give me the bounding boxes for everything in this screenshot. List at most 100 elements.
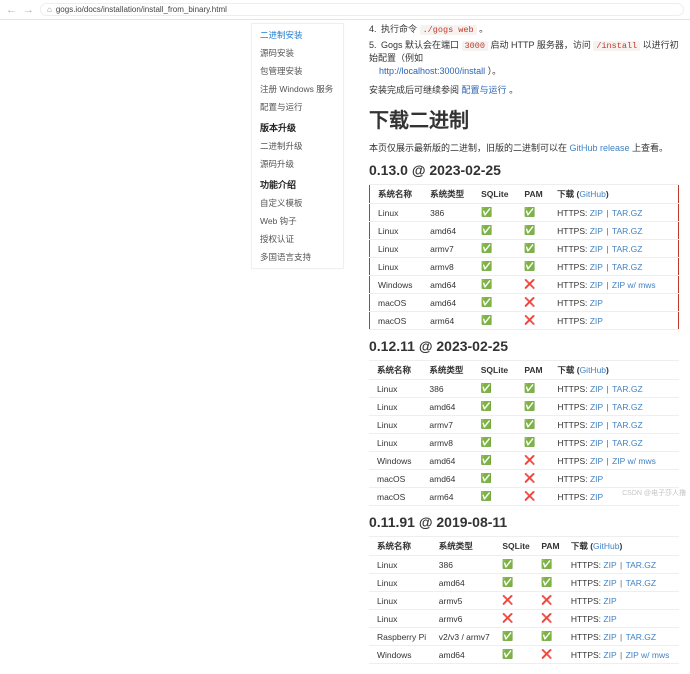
- arch-cell: 386: [434, 556, 498, 574]
- cross-icon: ❌: [524, 315, 535, 326]
- download-link-targz[interactable]: TAR.GZ: [612, 244, 643, 254]
- sidebar-item[interactable]: Web 钩子: [252, 212, 343, 230]
- sqlite-cell: ✅: [476, 204, 519, 222]
- download-link-zip[interactable]: ZIP: [603, 578, 616, 588]
- install-url-link[interactable]: http://localhost:3000/install: [379, 66, 485, 76]
- download-link-zip[interactable]: ZIP: [590, 226, 603, 236]
- pam-cell: ❌: [519, 452, 552, 470]
- arch-cell: armv7: [424, 416, 475, 434]
- sidebar-item[interactable]: 二进制升级: [252, 137, 343, 155]
- os-cell: Windows: [369, 452, 424, 470]
- arch-cell: armv6: [434, 610, 498, 628]
- download-link-targz[interactable]: TAR.GZ: [612, 208, 643, 218]
- cross-icon: ❌: [541, 613, 552, 624]
- url-bar[interactable]: ⌂ gogs.io/docs/installation/install_from…: [40, 3, 684, 16]
- pam-cell: ❌: [519, 294, 552, 312]
- pam-cell: ❌: [519, 470, 552, 488]
- download-link-targz[interactable]: TAR.GZ: [612, 384, 643, 394]
- sidebar-item[interactable]: 多国语言支持: [252, 248, 343, 266]
- pam-cell: ❌: [536, 646, 565, 664]
- download-link-zip[interactable]: ZIP: [590, 438, 603, 448]
- pam-cell: ❌: [536, 592, 565, 610]
- sidebar-item[interactable]: 源码升级: [252, 155, 343, 173]
- sidebar-item[interactable]: 二进制安装: [252, 26, 343, 44]
- download-link-zip[interactable]: ZIP: [590, 208, 603, 218]
- release-table: 系统名称系统类型SQLitePAM下载 (GitHub)Linux386✅✅HT…: [369, 536, 679, 664]
- download-link-zip[interactable]: ZIP: [603, 560, 616, 570]
- sqlite-cell: ✅: [476, 452, 520, 470]
- sqlite-cell: ✅: [476, 488, 520, 506]
- cross-icon: ❌: [541, 649, 552, 660]
- code-path: /install: [593, 41, 640, 51]
- download-link-targz[interactable]: TAR.GZ: [612, 262, 643, 272]
- col-dl: 下载 (GitHub): [566, 537, 679, 556]
- col-arch: 系统类型: [434, 537, 498, 556]
- download-cell: HTTPS: ZIP: [566, 592, 679, 610]
- check-icon: ✅: [524, 225, 535, 236]
- download-link-zip[interactable]: ZIP: [590, 402, 603, 412]
- col-sqlite: SQLite: [476, 185, 519, 204]
- pam-cell: ❌: [519, 312, 552, 330]
- download-link-targz[interactable]: TAR.GZ: [626, 560, 657, 570]
- check-icon: ✅: [502, 649, 513, 660]
- arch-cell: amd64: [434, 646, 498, 664]
- check-icon: ✅: [481, 383, 492, 394]
- back-icon[interactable]: ←: [6, 4, 17, 16]
- sidebar-item[interactable]: 授权认证: [252, 230, 343, 248]
- download-link-zipmws[interactable]: ZIP w/ mws: [626, 650, 670, 660]
- sidebar-item[interactable]: 配置与运行: [252, 98, 343, 116]
- page-title: 下载二进制: [369, 104, 679, 133]
- download-link-zip[interactable]: ZIP: [590, 244, 603, 254]
- download-link-targz[interactable]: TAR.GZ: [612, 226, 643, 236]
- sidebar-item[interactable]: 源码安装: [252, 44, 343, 62]
- download-link-targz[interactable]: TAR.GZ: [612, 420, 643, 430]
- table-row: Windowsamd64✅❌HTTPS: ZIP | ZIP w/ mws: [370, 276, 679, 294]
- github-link[interactable]: GitHub: [580, 365, 606, 375]
- check-icon: ✅: [481, 315, 492, 326]
- download-link-zip[interactable]: ZIP: [590, 262, 603, 272]
- download-link-targz[interactable]: TAR.GZ: [626, 632, 657, 642]
- github-link[interactable]: GitHub: [579, 189, 605, 199]
- check-icon: ✅: [524, 437, 535, 448]
- arch-cell: amd64: [424, 452, 475, 470]
- pam-cell: ✅: [519, 258, 552, 276]
- forward-icon[interactable]: →: [23, 4, 34, 16]
- os-cell: macOS: [370, 294, 426, 312]
- download-link-zip[interactable]: ZIP: [590, 456, 603, 466]
- download-link-zip[interactable]: ZIP: [590, 492, 603, 502]
- download-link-zip[interactable]: ZIP: [603, 596, 616, 606]
- download-link-zip[interactable]: ZIP: [590, 384, 603, 394]
- download-link-zip[interactable]: ZIP: [603, 650, 616, 660]
- sqlite-cell: ✅: [476, 222, 519, 240]
- download-link-targz[interactable]: TAR.GZ: [612, 402, 643, 412]
- cross-icon: ❌: [524, 473, 535, 484]
- download-link-zip[interactable]: ZIP: [590, 420, 603, 430]
- arch-cell: arm64: [424, 488, 475, 506]
- nav-group-title: 功能介绍: [252, 173, 343, 194]
- arch-cell: amd64: [425, 276, 476, 294]
- os-cell: Linux: [370, 204, 426, 222]
- cross-icon: ❌: [524, 455, 535, 466]
- github-release-link[interactable]: GitHub release: [570, 143, 630, 153]
- download-link-zip[interactable]: ZIP: [590, 298, 603, 308]
- watermark: CSDN @电子莎人撸: [622, 488, 686, 498]
- download-link-targz[interactable]: TAR.GZ: [626, 578, 657, 588]
- config-run-link[interactable]: 配置与运行: [462, 85, 507, 95]
- download-link-zip[interactable]: ZIP: [590, 316, 603, 326]
- pam-cell: ✅: [519, 380, 552, 398]
- sidebar-item[interactable]: 自定义模板: [252, 194, 343, 212]
- download-link-zip[interactable]: ZIP: [590, 280, 603, 290]
- sidebar-item[interactable]: 注册 Windows 服务: [252, 80, 343, 98]
- download-link-targz[interactable]: TAR.GZ: [612, 438, 643, 448]
- github-link[interactable]: GitHub: [593, 541, 619, 551]
- sqlite-cell: ✅: [476, 312, 519, 330]
- download-link-zipmws[interactable]: ZIP w/ mws: [612, 280, 656, 290]
- os-cell: Linux: [370, 258, 426, 276]
- download-link-zip[interactable]: ZIP: [603, 632, 616, 642]
- arch-cell: amd64: [424, 398, 475, 416]
- download-link-zip[interactable]: ZIP: [590, 474, 603, 484]
- sidebar-item[interactable]: 包管理安装: [252, 62, 343, 80]
- os-cell: Linux: [369, 592, 434, 610]
- download-link-zip[interactable]: ZIP: [603, 614, 616, 624]
- download-link-zipmws[interactable]: ZIP w/ mws: [612, 456, 656, 466]
